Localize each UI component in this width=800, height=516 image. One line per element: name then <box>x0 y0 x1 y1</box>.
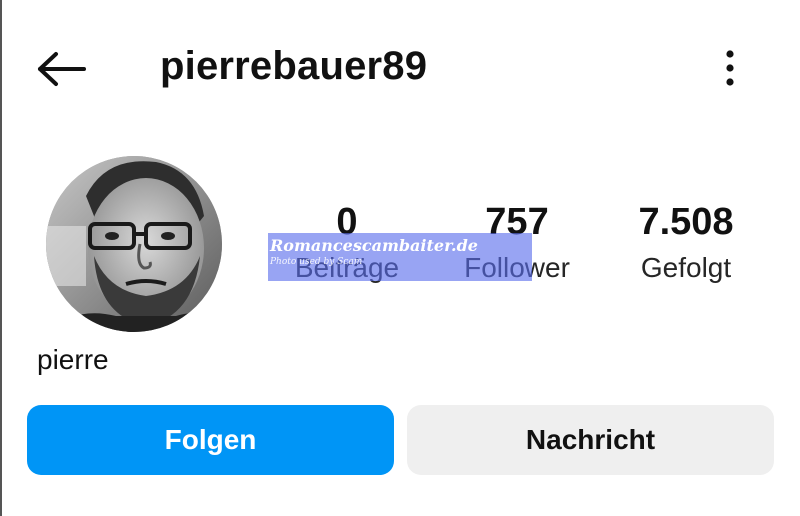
window-edge <box>0 0 2 516</box>
watermark-overlay: Romancescambaiter.de Photo used by Scam <box>268 233 532 281</box>
message-button[interactable]: Nachricht <box>407 405 774 475</box>
following-count: 7.508 <box>638 201 734 243</box>
profile-username: pierrebauer89 <box>160 44 428 88</box>
stat-following[interactable]: 7.508 Gefolgt <box>601 198 771 288</box>
message-button-label: Nachricht <box>525 424 656 455</box>
follow-button[interactable]: Folgen <box>27 405 394 475</box>
profile-display-name: pierre <box>37 344 109 375</box>
profile-photo <box>46 156 222 332</box>
follow-button-label: Folgen <box>164 424 257 455</box>
vertical-dots-icon <box>726 50 734 86</box>
more-options-button[interactable] <box>712 44 748 92</box>
watermark-subtitle: Photo used by Scam <box>270 257 363 267</box>
arrow-left-icon <box>38 52 86 86</box>
following-label: Gefolgt <box>640 252 732 283</box>
avatar[interactable] <box>46 156 222 332</box>
watermark-title: Romancescambaiter.de <box>270 236 478 255</box>
back-button[interactable] <box>30 44 94 94</box>
